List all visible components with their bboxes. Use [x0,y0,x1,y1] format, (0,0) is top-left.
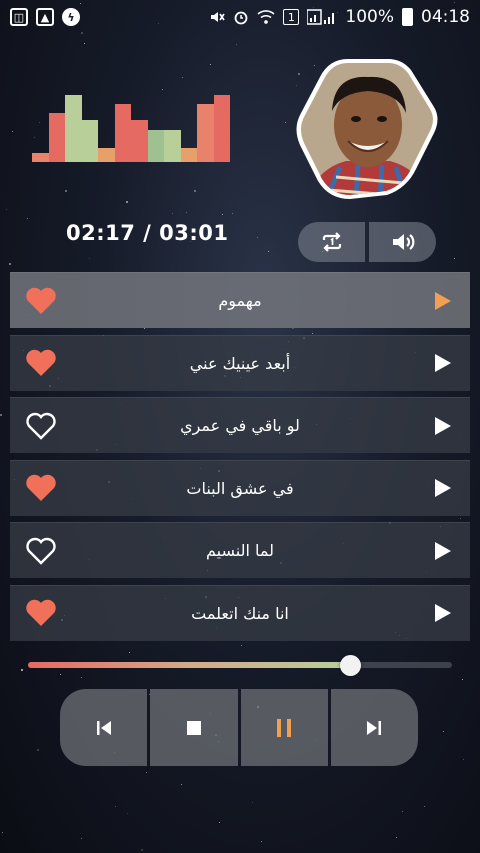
heart-filled-icon[interactable] [24,286,58,316]
play-icon[interactable] [434,416,452,436]
pause-button[interactable] [240,689,328,766]
playlist: مهموم أبعد عينيك عني لو باقي في عمري في عشق… [10,272,470,647]
next-button[interactable] [330,689,418,766]
skip-previous-icon [96,720,111,735]
wifi-icon [257,9,275,25]
song-title: لما النسيم [206,541,274,560]
song-title: لو باقي في عمري [180,416,300,435]
equalizer-bar [114,104,131,162]
clock: 04:18 [421,7,470,27]
play-icon[interactable] [434,353,452,373]
seek-thumb[interactable] [340,655,362,676]
play-icon[interactable] [434,603,452,623]
equalizer-visualizer [32,90,230,162]
equalizer-bar [164,130,181,162]
playlist-item[interactable]: مهموم [10,272,470,328]
signal-icon [307,9,337,25]
equalizer-bar [48,113,65,162]
equalizer-bar [32,153,49,162]
pause-icon [277,718,292,737]
equalizer-bar [65,95,82,162]
heart-filled-icon[interactable] [24,473,58,503]
equalizer-bar [147,130,164,162]
mute-icon [209,9,226,25]
equalizer-bar [98,148,115,162]
playback-time: 02:17 / 03:01 [66,221,229,245]
seek-bar[interactable] [28,655,452,676]
messenger-notification-icon: ϟ [62,8,80,26]
heart-filled-icon[interactable] [24,348,58,378]
song-title: أبعد عينيك عني [189,353,291,373]
status-bar: ◫ ▲ ϟ 1 100% 04:18 [0,0,480,34]
equalizer-bar [180,148,197,162]
equalizer-bar [197,104,214,162]
play-icon[interactable] [434,478,452,498]
image-notification-icon: ▲ [36,8,54,26]
song-title: انا منك اتعلمت [191,603,289,623]
song-title: مهموم [218,291,262,310]
stop-icon [186,720,201,735]
stop-button[interactable] [150,689,238,766]
sim-badge: 1 [283,9,300,25]
gallery-notification-icon: ◫ [10,8,28,26]
artist-avatar [296,57,440,201]
volume-button[interactable] [369,222,436,262]
equalizer-bar [131,120,148,162]
seek-fill [28,662,351,668]
repeat-one-icon [322,232,341,252]
playlist-item[interactable]: لو باقي في عمري [10,397,470,453]
alarm-icon [233,9,249,25]
song-title: في عشق البنات [186,478,294,498]
skip-next-icon [367,720,382,735]
heart-outline-icon[interactable] [24,411,58,441]
equalizer-bar [81,120,98,162]
top-controls [298,222,436,262]
playlist-item[interactable]: انا منك اتعلمت [10,584,470,641]
heart-outline-icon[interactable] [24,536,58,566]
heart-filled-icon[interactable] [24,598,58,628]
playlist-item[interactable]: لما النسيم [10,522,470,578]
playlist-item[interactable]: في عشق البنات [10,459,470,516]
previous-button[interactable] [60,689,148,766]
volume-icon [392,234,414,250]
play-icon[interactable] [434,541,452,561]
transport-controls [60,689,418,766]
battery-icon [402,8,413,26]
repeat-button[interactable] [298,222,365,262]
battery-percent: 100% [345,7,394,27]
equalizer-bar [213,95,230,162]
playlist-item[interactable]: أبعد عينيك عني [10,334,470,391]
play-icon[interactable] [434,291,452,311]
